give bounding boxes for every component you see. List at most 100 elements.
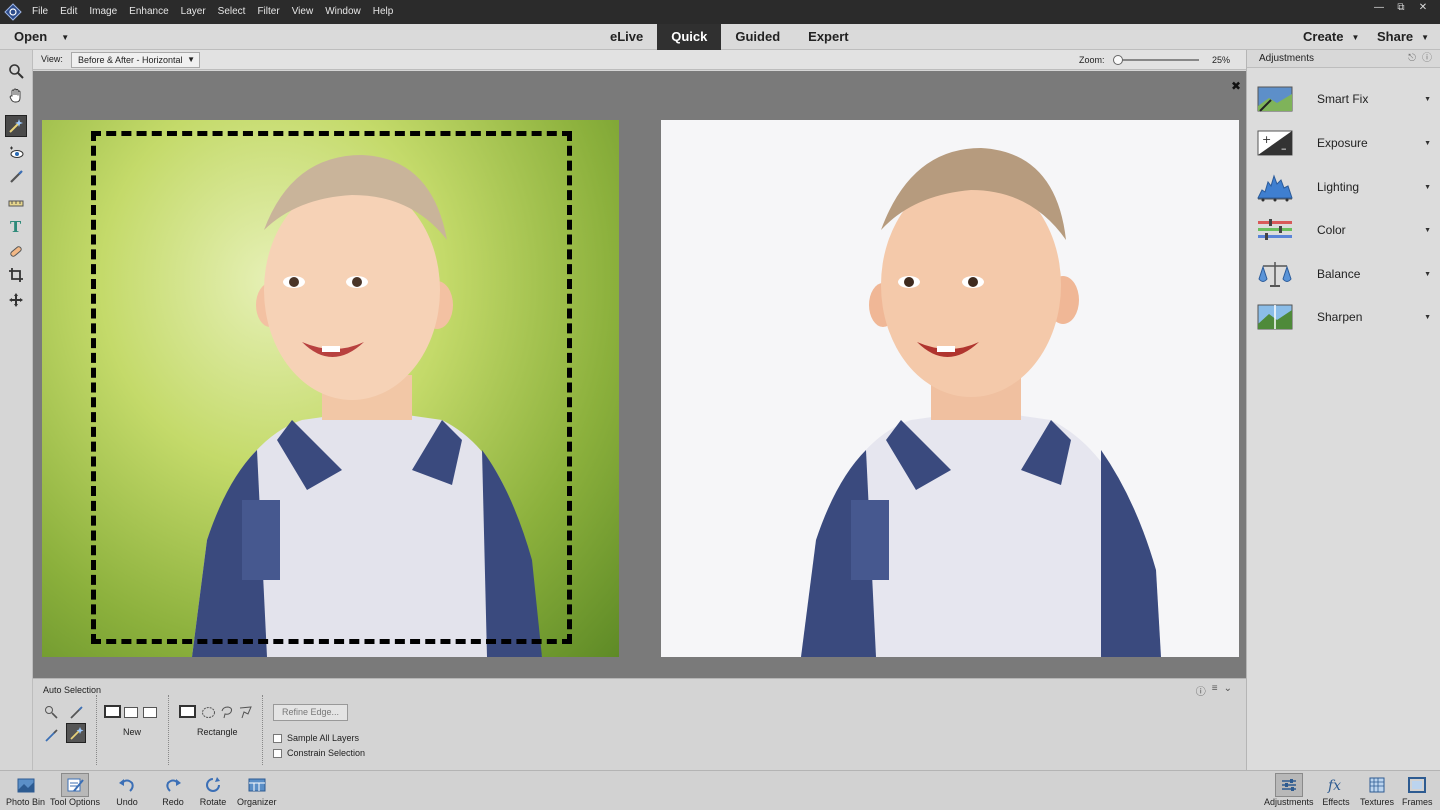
zoom-label: Zoom: — [1079, 55, 1105, 65]
menu-layer[interactable]: Layer — [175, 0, 212, 24]
adjustment-smart-fix[interactable]: Smart Fix ▼ — [1247, 79, 1440, 119]
menu-enhance[interactable]: Enhance — [123, 0, 174, 24]
redo-button[interactable]: Redo — [159, 773, 187, 807]
tab-elive[interactable]: eLive — [596, 24, 657, 50]
zoom-value: 25% — [1212, 55, 1231, 65]
chevron-down-icon[interactable]: ▼ — [1424, 184, 1431, 191]
menu-help[interactable]: Help — [367, 0, 400, 24]
new-selection-mode-icon[interactable] — [104, 705, 121, 718]
app-logo-icon[interactable] — [0, 0, 26, 24]
effects-icon: fx — [1322, 773, 1350, 797]
adjustment-sharpen[interactable]: Sharpen ▼ — [1247, 297, 1440, 337]
selection-marquee — [91, 131, 572, 644]
chevron-down-icon[interactable]: ▼ — [1424, 271, 1431, 278]
textures-button[interactable]: Textures — [1360, 773, 1394, 807]
adjustments-header-icons: ⎋ ⓘ — [1408, 50, 1432, 68]
svg-text:fx: fx — [1327, 778, 1341, 794]
lighting-label: Lighting — [1317, 180, 1360, 194]
canvas-area: ✖ — [33, 71, 1246, 678]
menu-window[interactable]: Window — [319, 0, 367, 24]
open-caret-icon[interactable]: ▼ — [61, 33, 69, 42]
balance-label: Balance — [1317, 267, 1361, 281]
checkbox-box[interactable] — [273, 748, 282, 758]
balance-icon — [1257, 259, 1293, 289]
checkbox-box[interactable] — [273, 733, 282, 743]
organizer-icon — [243, 773, 271, 797]
menu-edit[interactable]: Edit — [54, 0, 83, 24]
menu-image[interactable]: Image — [83, 0, 123, 24]
adjustment-color[interactable]: Color ▼ — [1247, 210, 1440, 250]
straighten-tool-icon[interactable] — [5, 190, 27, 212]
effects-button[interactable]: fx Effects — [1322, 773, 1350, 807]
whiten-teeth-tool-icon[interactable] — [5, 166, 27, 188]
auto-selection-mini-icon[interactable] — [66, 723, 86, 743]
tab-expert[interactable]: Expert — [794, 24, 862, 50]
chevron-down-icon[interactable]: ▼ — [1424, 140, 1431, 147]
spot-healing-tool-icon[interactable] — [5, 240, 27, 262]
adjustment-balance[interactable]: Balance ▼ — [1247, 254, 1440, 294]
refine-edge-button[interactable]: Refine Edge... — [273, 704, 348, 721]
undo-button[interactable]: Undo — [113, 773, 141, 807]
menu-filter[interactable]: Filter — [251, 0, 285, 24]
crop-tool-icon[interactable] — [5, 264, 27, 286]
close-window-icon[interactable]: ✕ — [1412, 0, 1434, 14]
after-photo[interactable] — [661, 120, 1239, 657]
chevron-down-icon[interactable]: ▼ — [1424, 96, 1431, 103]
constrain-selection-label: Constrain Selection — [287, 748, 366, 758]
reset-icon[interactable]: ⎋ — [1408, 50, 1416, 68]
view-dropdown[interactable]: Before & After - Horizontal ▼ — [71, 52, 200, 68]
chevron-down-icon[interactable]: ▼ — [1424, 227, 1431, 234]
help-icon[interactable]: ⓘ — [1422, 50, 1432, 68]
tab-guided[interactable]: Guided — [721, 24, 794, 50]
quick-selection-tool-icon[interactable] — [5, 115, 27, 137]
menu-file[interactable]: File — [26, 0, 54, 24]
sample-all-layers-checkbox[interactable]: Sample All Layers — [273, 733, 359, 743]
collapse-chevron-icon[interactable]: ⌄ — [1224, 683, 1232, 698]
adjustments-button[interactable]: Adjustments — [1264, 773, 1314, 807]
rotate-label: Rotate — [199, 797, 227, 807]
photo-bin-button[interactable]: Photo Bin — [6, 773, 45, 807]
chevron-down-icon[interactable]: ▼ — [1424, 314, 1431, 321]
adjustment-lighting[interactable]: Lighting ▼ — [1247, 167, 1440, 207]
tool-options-button[interactable]: Tool Options — [50, 773, 100, 807]
red-eye-tool-icon[interactable] — [5, 142, 27, 164]
lasso-shape-icon[interactable] — [216, 702, 236, 722]
before-photo[interactable] — [42, 120, 619, 657]
minimize-icon[interactable]: — — [1368, 0, 1390, 14]
rotate-button[interactable]: Rotate — [199, 773, 227, 807]
share-button[interactable]: Share ▼ — [1377, 24, 1429, 51]
zoom-tool-icon[interactable] — [5, 60, 27, 82]
photo-bin-label: Photo Bin — [6, 797, 46, 807]
refine-brush-mini-icon[interactable] — [41, 725, 61, 745]
subtract-selection-mode-icon[interactable] — [143, 707, 157, 718]
move-tool-icon[interactable] — [5, 289, 27, 311]
menu-view[interactable]: View — [286, 0, 320, 24]
adjustments-panel: Adjustments ⎋ ⓘ Smart Fix ▼ + – Exposure … — [1246, 50, 1440, 770]
close-view-icon[interactable]: ✖ — [1231, 79, 1241, 93]
help-icon[interactable]: ⓘ — [1196, 683, 1206, 698]
constrain-selection-checkbox[interactable]: Constrain Selection — [273, 748, 365, 758]
type-tool-icon[interactable]: T — [5, 215, 27, 237]
organizer-button[interactable]: Organizer — [237, 773, 277, 807]
ellipse-shape-icon[interactable] — [198, 702, 218, 722]
menu-select[interactable]: Select — [212, 0, 252, 24]
quick-selection-mini-icon[interactable] — [41, 702, 61, 722]
restore-icon[interactable]: ⧉ — [1390, 0, 1412, 14]
svg-text:+: + — [1262, 133, 1271, 146]
tool-options-icon — [61, 773, 90, 797]
zoom-slider[interactable] — [1113, 55, 1199, 65]
frames-label: Frames — [1402, 797, 1433, 807]
selection-brush-mini-icon[interactable] — [66, 702, 86, 722]
rectangle-shape-icon[interactable] — [179, 705, 196, 718]
open-button[interactable]: Open ▼ — [14, 24, 69, 50]
add-selection-mode-icon[interactable] — [124, 707, 138, 718]
tab-quick[interactable]: Quick — [657, 24, 722, 50]
create-button[interactable]: Create ▼ — [1303, 24, 1359, 51]
svg-text:–: – — [1281, 142, 1287, 155]
panel-menu-icon[interactable]: ≡ — [1212, 683, 1218, 698]
frames-button[interactable]: Frames — [1402, 773, 1433, 807]
hand-tool-icon[interactable] — [5, 84, 27, 106]
adjustment-exposure[interactable]: + – Exposure ▼ — [1247, 123, 1440, 163]
zoom-slider-handle[interactable] — [1113, 55, 1123, 65]
polygon-lasso-shape-icon[interactable] — [235, 702, 255, 722]
